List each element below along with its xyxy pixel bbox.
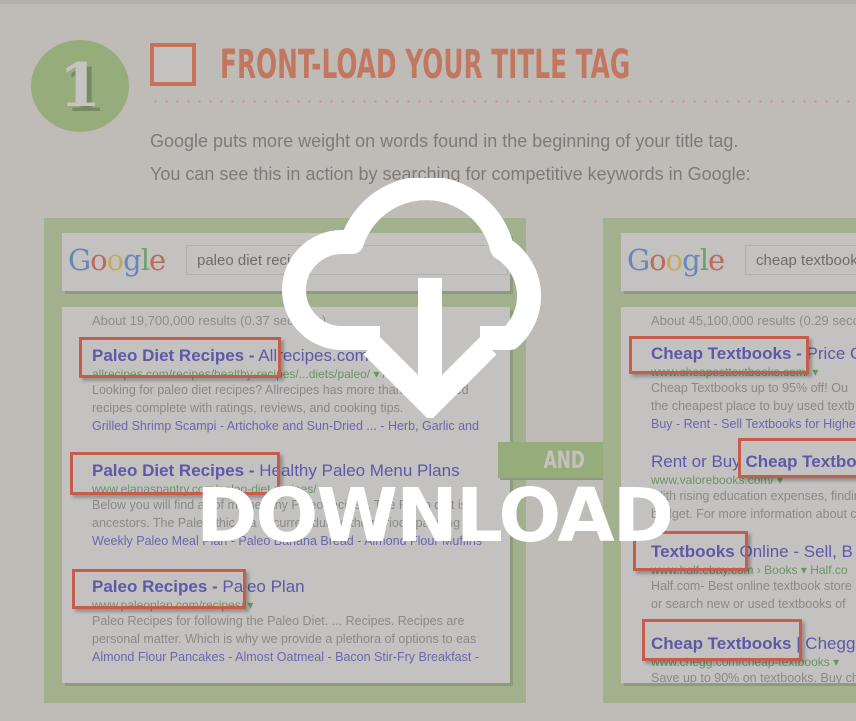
- highlight-box: [72, 569, 246, 609]
- result-sitelinks[interactable]: Grilled Shrimp Scampi - Artichoke and Su…: [92, 417, 479, 435]
- step-checkbox[interactable]: [150, 43, 196, 86]
- result-snippet: Cheap Textbooks up to 95% off! Ou: [651, 381, 848, 395]
- result-snippet: the cheapest place to buy used textb: [651, 399, 855, 413]
- result-snippet: With rising education expenses, findin: [651, 489, 856, 503]
- results-count: About 45,100,000 results (0.29 seconds): [651, 313, 856, 328]
- result-snippet: Save up to 90% on textbooks. Buy ch: [651, 671, 856, 683]
- intro-line-1: Google puts more weight on words found i…: [150, 131, 739, 151]
- result-snippet: personal matter. Which is why we provide…: [92, 632, 477, 646]
- result-snippet: budget. For more information about c: [651, 507, 856, 521]
- step-title: FRONT-LOAD YOUR TITLE TAG: [220, 42, 631, 88]
- step-number-badge: 1: [31, 40, 129, 132]
- step-number: 1: [59, 51, 101, 121]
- google-logo: Google: [627, 243, 725, 277]
- highlight-box: [738, 438, 856, 478]
- result-snippet: or search new or used textbooks of: [651, 597, 846, 611]
- google-logo: Google: [68, 243, 166, 277]
- download-label[interactable]: DOWNLOAD: [196, 476, 674, 556]
- result-sitelinks[interactable]: Almond Flour Pancakes - Almost Oatmeal -…: [92, 648, 479, 666]
- dotted-divider: [150, 100, 856, 103]
- highlight-box: [629, 336, 809, 374]
- highlight-box: [642, 619, 802, 661]
- result-snippet: Half.com- Best online textbook store: [651, 579, 852, 593]
- result-sitelinks[interactable]: Buy - Rent - Sell Textbooks for Highes: [651, 415, 856, 433]
- top-border: [0, 0, 856, 4]
- serp-panel-textbooks: Google cheap textbooks About 45,100,000 …: [603, 218, 856, 703]
- result-snippet: Paleo Recipes for following the Paleo Di…: [92, 614, 465, 628]
- cloud-download-icon[interactable]: [270, 178, 590, 418]
- highlight-box: [79, 337, 281, 378]
- search-input[interactable]: cheap textbooks: [745, 245, 856, 275]
- google-search-bar: Google cheap textbooks: [621, 233, 856, 291]
